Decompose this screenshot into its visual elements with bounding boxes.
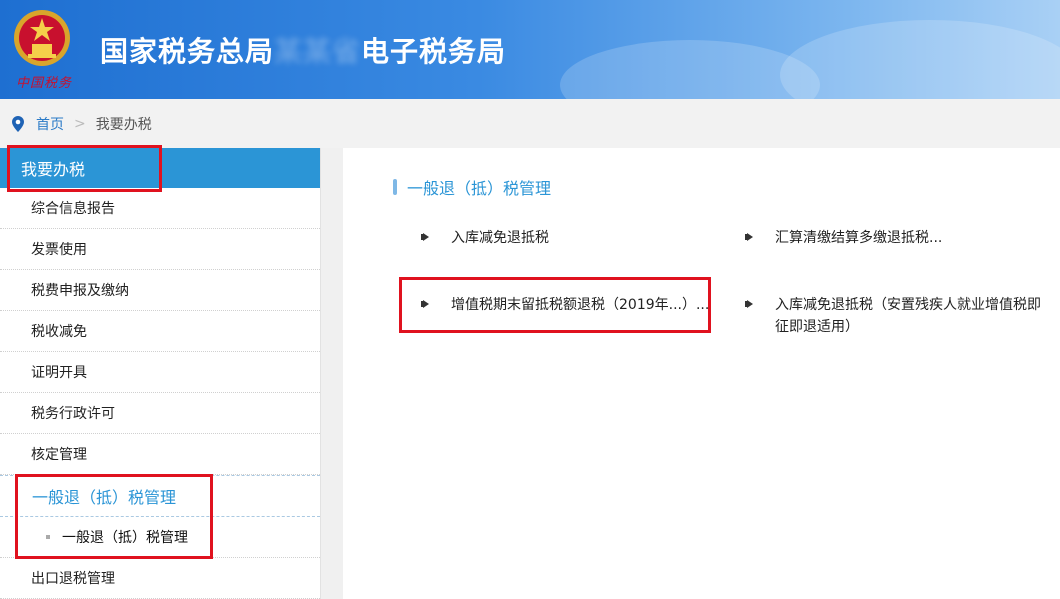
highlight-box-vat-refund-link bbox=[399, 277, 711, 333]
title-prefix: 国家税务总局 bbox=[100, 35, 275, 68]
link-label: 入库减免退抵税（安置残疾人就业增值税即征即退适用） bbox=[775, 297, 1041, 335]
link-storage-relief-refund[interactable]: 入库减免退抵税 bbox=[421, 227, 549, 249]
highlight-box-sidebar-heading bbox=[7, 145, 162, 192]
play-arrow-icon bbox=[745, 233, 753, 241]
breadcrumb: 首页 > 我要办税 bbox=[0, 99, 1060, 148]
header-cloud-decoration bbox=[780, 20, 1060, 99]
sidebar-item-assessment[interactable]: 核定管理 bbox=[0, 434, 320, 475]
title-suffix: 电子税务局 bbox=[361, 35, 507, 68]
emblem-caption: 中国税务 bbox=[16, 76, 73, 91]
sidebar-item-permit[interactable]: 税务行政许可 bbox=[0, 393, 320, 434]
highlight-box-refund-menu bbox=[15, 474, 213, 559]
link-label: 汇算清缴结算多缴退抵税... bbox=[775, 230, 943, 246]
section-marker-icon bbox=[393, 179, 397, 195]
link-disabled-employment-refund[interactable]: 入库减免退抵税（安置残疾人就业增值税即征即退适用） bbox=[745, 294, 1053, 338]
location-pin-icon bbox=[12, 115, 24, 132]
breadcrumb-home-link[interactable]: 首页 bbox=[36, 114, 64, 134]
site-title: 国家税务总局某某省电子税务局 bbox=[100, 30, 506, 70]
main-content: 一般退（抵）税管理 入库减免退抵税 汇算清缴结算多缴退抵税... 增值税期末留抵… bbox=[343, 148, 1060, 599]
sidebar-item-certificate[interactable]: 证明开具 bbox=[0, 352, 320, 393]
sidebar-item-declaration[interactable]: 税费申报及缴纳 bbox=[0, 270, 320, 311]
link-settlement-refund[interactable]: 汇算清缴结算多缴退抵税... bbox=[745, 227, 943, 249]
sidebar-item-tax-relief[interactable]: 税收减免 bbox=[0, 311, 320, 352]
sidebar-item-info-report[interactable]: 综合信息报告 bbox=[0, 188, 320, 229]
section-title-label: 一般退（抵）税管理 bbox=[407, 179, 552, 198]
tax-emblem-icon bbox=[14, 10, 70, 66]
section-title: 一般退（抵）税管理 bbox=[393, 175, 551, 199]
title-blurred-region: 某某省 bbox=[274, 35, 362, 68]
sidebar-item-invoice[interactable]: 发票使用 bbox=[0, 229, 320, 270]
play-arrow-icon bbox=[421, 233, 429, 241]
breadcrumb-separator: > bbox=[74, 115, 86, 132]
breadcrumb-current: 我要办税 bbox=[95, 116, 152, 133]
site-header: 中国税务 国家税务总局某某省电子税务局 bbox=[0, 0, 1060, 99]
play-arrow-icon bbox=[745, 300, 753, 308]
link-label: 入库减免退抵税 bbox=[451, 230, 549, 246]
sidebar-item-export-refund[interactable]: 出口退税管理 bbox=[0, 558, 320, 599]
